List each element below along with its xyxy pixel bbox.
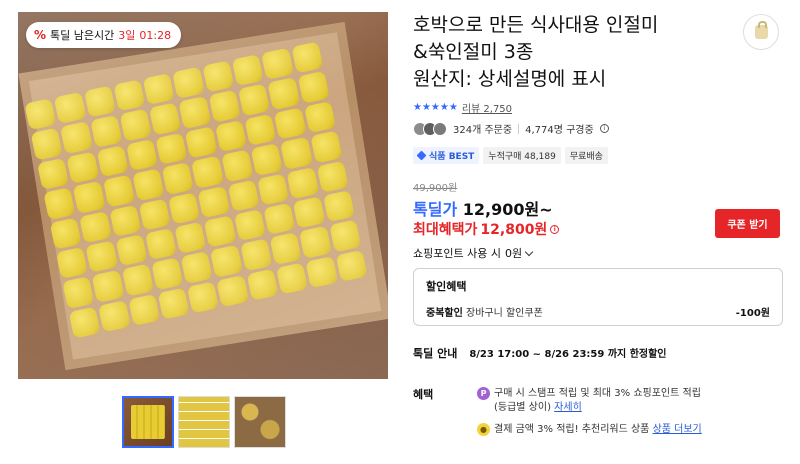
- free-shipping-tag: 무료배송: [564, 147, 608, 164]
- points-value: 0원: [504, 247, 523, 260]
- benefit-reward-text: 결제 금액 3% 적립! 추천리워드 상품: [494, 424, 650, 435]
- buyers-row: 324개 주문중 4,774명 구경중 i: [413, 121, 609, 136]
- discount-row: 중복할인 장바구니 할인쿠폰 -100원: [426, 304, 770, 319]
- buyer-avatars: [413, 121, 447, 136]
- thumbnail-1[interactable]: [122, 396, 174, 448]
- divider: [518, 123, 520, 134]
- view-count: 4,774명 구경중: [525, 125, 594, 136]
- diamond-icon: [416, 150, 427, 161]
- info-icon[interactable]: i: [599, 124, 609, 133]
- avatar: [433, 121, 447, 136]
- points-label: 쇼핑포인트 사용 시: [413, 247, 501, 260]
- benefits-label: 혜택: [413, 388, 434, 401]
- review-count-link[interactable]: 리뷰 2,750: [462, 100, 512, 115]
- original-price: 49,900원: [413, 183, 458, 194]
- discount-box: 할인혜택 중복할인 장바구니 할인쿠폰 -100원: [413, 268, 783, 326]
- discount-row-label: 중복할인: [426, 308, 463, 319]
- discount-row-desc: 장바구니 할인쿠폰: [466, 308, 543, 319]
- product-title: 호박으로 만든 식사대용 인절미 &쑥인절미 3종 원산지: 상세설명에 표시: [413, 14, 659, 90]
- deal-price-value: 12,900원~: [462, 200, 553, 219]
- chevron-down-icon: [524, 247, 534, 256]
- max-benefit-price: 최대혜택가 12,800원 i: [413, 219, 560, 239]
- info-icon[interactable]: i: [550, 224, 560, 234]
- cumulative-purchase-tag: 누적구매 48,189: [483, 147, 561, 164]
- order-count: 324개 주문중: [453, 125, 513, 136]
- discount-heading: 할인혜택: [426, 280, 467, 293]
- benefit-stamp-sub: (등급별 상이): [494, 402, 551, 413]
- deal-timer-badge: % 톡딜 남은시간 3일 01:28: [26, 22, 182, 48]
- max-price-value: 12,800원: [480, 222, 548, 238]
- rating-row: ★★★★★ 리뷰 2,750: [413, 100, 512, 115]
- deal-info-label: 톡딜 안내: [413, 347, 458, 360]
- deal-info: 톡딜 안내 8/23 17:00 ~ 8/26 23:59 까지 한정할인: [413, 345, 667, 361]
- rating-stars-icon: ★★★★★: [413, 102, 458, 113]
- thumbnail-strip: [122, 396, 286, 448]
- details-link[interactable]: 자세히: [554, 402, 582, 413]
- timer-label: 톡딜 남은시간: [50, 29, 115, 42]
- thumbnail-3[interactable]: [234, 396, 286, 448]
- deal-period: 8/23 17:00 ~ 8/26 23:59 까지 한정할인: [469, 349, 667, 360]
- benefit-stamp: P 구매 시 스탬프 적립 및 최대 3% 쇼핑포인트 적립 (등급별 상이) …: [477, 387, 701, 415]
- deal-price-label: 톡딜가: [413, 200, 458, 219]
- shopping-bag-icon: [754, 21, 768, 39]
- food-best-label: 식품 BEST: [429, 152, 475, 162]
- percent-icon: %: [34, 28, 47, 42]
- coupon-button[interactable]: 쿠폰 받기: [715, 209, 780, 238]
- timer-days: 3일: [118, 29, 136, 42]
- timer-time: 01:28: [139, 28, 172, 42]
- benefit-reward: ● 결제 금액 3% 적립! 추천리워드 상품 상품 더보기: [477, 423, 702, 437]
- tag-row: 식품 BEST 누적구매 48,189 무료배송: [413, 147, 608, 164]
- point-icon: P: [477, 387, 490, 400]
- discount-amount: -100원: [735, 308, 770, 319]
- coin-icon: ●: [477, 423, 490, 436]
- deal-price: 톡딜가 12,900원~: [413, 196, 553, 220]
- max-price-label: 최대혜택가: [413, 222, 478, 238]
- product-main-image[interactable]: % 톡딜 남은시간 3일 01:28: [18, 12, 388, 379]
- points-selector[interactable]: 쇼핑포인트 사용 시 0원: [413, 245, 534, 261]
- share-button[interactable]: [743, 14, 779, 50]
- food-best-tag[interactable]: 식품 BEST: [413, 147, 480, 164]
- benefit-stamp-text: 구매 시 스탬프 적립 및 최대 3% 쇼핑포인트 적립: [494, 388, 701, 399]
- thumbnail-2[interactable]: [178, 396, 230, 448]
- more-products-link[interactable]: 상품 더보기: [653, 424, 702, 435]
